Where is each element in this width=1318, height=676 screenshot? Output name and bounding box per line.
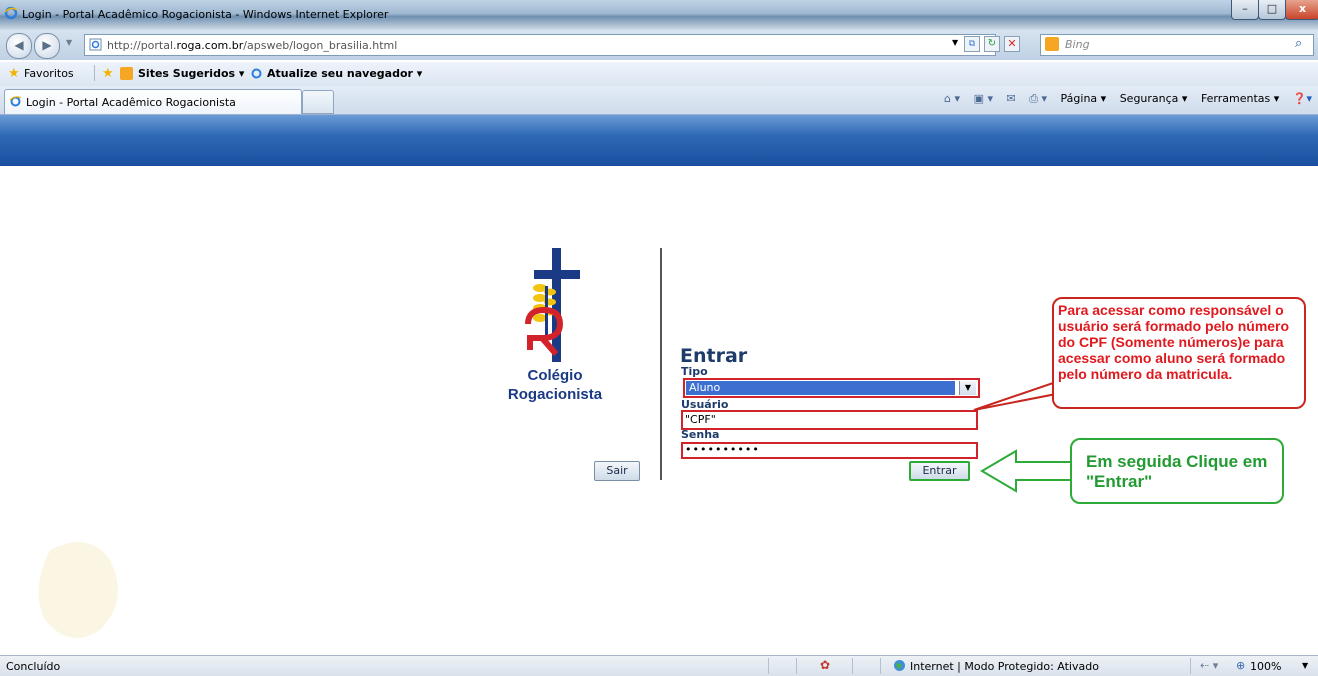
green-arrow-icon: [980, 449, 1073, 493]
search-icon[interactable]: ⌕: [1295, 36, 1302, 51]
ie-logo-icon: [4, 6, 18, 23]
red-annotation-text: Para acessar como responsável o usuário …: [1058, 302, 1290, 382]
red-callout-pointer: [973, 380, 1057, 411]
zoom-icon[interactable]: ⊕: [1236, 659, 1245, 672]
new-tab-button[interactable]: [302, 90, 334, 114]
separator: [1190, 658, 1191, 674]
mail-icon[interactable]: ✉: [1006, 92, 1015, 105]
separator: [768, 658, 769, 674]
home-icon[interactable]: ⌂ ▾: [944, 92, 960, 105]
search-placeholder: Bing: [1065, 38, 1090, 51]
page-menu[interactable]: Página ▾: [1061, 92, 1107, 105]
security-menu[interactable]: Segurança ▾: [1120, 92, 1188, 105]
url-text: http://portal.roga.com.br/apsweb/logon_b…: [107, 39, 398, 52]
separator: [796, 658, 797, 674]
usuario-input[interactable]: "CPF": [681, 410, 978, 430]
separator: [852, 658, 853, 674]
logo-text-line1: Colégio: [527, 367, 583, 384]
tools-menu[interactable]: Ferramentas ▾: [1201, 92, 1279, 105]
school-logo: Colégio Rogacionista: [492, 246, 618, 406]
red-annotation-callout: Para acessar como responsável o usuário …: [1052, 297, 1306, 409]
senha-input[interactable]: ••••••••••: [681, 442, 978, 459]
separator: [880, 658, 881, 674]
ie-page-icon: [250, 67, 263, 83]
add-favorites-icon[interactable]: ★: [102, 66, 114, 81]
back-button[interactable]: ◀: [6, 33, 32, 59]
protected-mode-icon[interactable]: ⇠ ▾: [1200, 659, 1218, 672]
zoom-dropdown-icon[interactable]: ▼: [1302, 661, 1308, 670]
green-annotation-text: Em seguida Clique em "Entrar": [1086, 452, 1268, 491]
minimize-button[interactable]: –: [1231, 0, 1259, 20]
tab-bar: Login - Portal Acadêmico Rogacionista ⌂ …: [0, 86, 1318, 115]
print-icon[interactable]: ⎙ ▾: [1029, 92, 1047, 105]
sair-button[interactable]: Sair: [594, 461, 640, 481]
tab-ie-icon: [9, 95, 22, 111]
address-dropdown-icon[interactable]: ▼: [952, 38, 958, 47]
window-title-bar[interactable]: Login - Portal Acadêmico Rogacionista - …: [0, 0, 1318, 30]
logo-cross-icon: [525, 248, 580, 362]
compatibility-icon[interactable]: ⧉: [964, 36, 980, 52]
separator: [94, 65, 95, 81]
suggested-sites-link[interactable]: Sites Sugeridos ▾: [138, 67, 244, 80]
forward-button[interactable]: ▶: [34, 33, 60, 59]
favorites-button[interactable]: Favoritos: [24, 67, 74, 80]
security-zone-text[interactable]: Internet | Modo Protegido: Ativado: [910, 660, 1099, 673]
form-title: Entrar: [680, 345, 748, 367]
tab-login[interactable]: Login - Portal Acadêmico Rogacionista: [4, 89, 302, 114]
logo-text-line2: Rogacionista: [507, 386, 603, 403]
history-dropdown-icon[interactable]: ▼: [66, 38, 72, 47]
zoom-level[interactable]: 100%: [1250, 660, 1281, 673]
tipo-selected-value: Aluno: [686, 381, 955, 395]
navigation-bar: ◀ ▶ ▼ http://portal.roga.com.br/apsweb/l…: [0, 30, 1318, 60]
tipo-label: Tipo: [681, 365, 708, 378]
page-icon: [89, 38, 102, 54]
globe-icon: [893, 659, 906, 675]
entrar-button[interactable]: Entrar: [909, 461, 970, 481]
favorites-star-icon: ★: [8, 66, 20, 81]
maximize-button[interactable]: □: [1258, 0, 1286, 20]
status-text: Concluído: [6, 660, 61, 673]
watermark-logo: [38, 542, 118, 638]
address-field[interactable]: http://portal.roga.com.br/apsweb/logon_b…: [84, 34, 996, 56]
senha-label: Senha: [681, 428, 720, 441]
close-button[interactable]: x: [1285, 0, 1318, 20]
update-browser-link[interactable]: Atualize seu navegador ▾: [267, 67, 422, 80]
help-icon[interactable]: ❓▾: [1293, 92, 1312, 105]
status-bar: Concluído ✿ Internet | Modo Protegido: A…: [0, 655, 1318, 676]
command-bar: ⌂ ▾ ▣ ▾ ✉ ⎙ ▾ Página ▾ Segurança ▾ Ferra…: [934, 92, 1312, 106]
feeds-icon[interactable]: ▣ ▾: [974, 92, 993, 105]
window-title: Login - Portal Acadêmico Rogacionista - …: [22, 8, 389, 21]
bing-icon: [1045, 37, 1059, 51]
stop-icon[interactable]: ✕: [1004, 36, 1020, 52]
header-band: [0, 115, 1318, 166]
search-field[interactable]: Bing ⌕: [1040, 34, 1314, 56]
favorites-bar: ★ Favoritos ★ Sites Sugeridos ▾ Atualize…: [0, 62, 1318, 86]
vertical-divider: [660, 248, 662, 480]
bing-suggested-icon: [120, 67, 133, 80]
privacy-icon[interactable]: ✿: [820, 658, 830, 672]
tipo-select[interactable]: Aluno ▼: [683, 378, 980, 398]
green-annotation-callout: Em seguida Clique em "Entrar": [1070, 438, 1284, 504]
refresh-icon[interactable]: ↻: [984, 36, 1000, 52]
tab-label: Login - Portal Acadêmico Rogacionista: [26, 96, 236, 109]
